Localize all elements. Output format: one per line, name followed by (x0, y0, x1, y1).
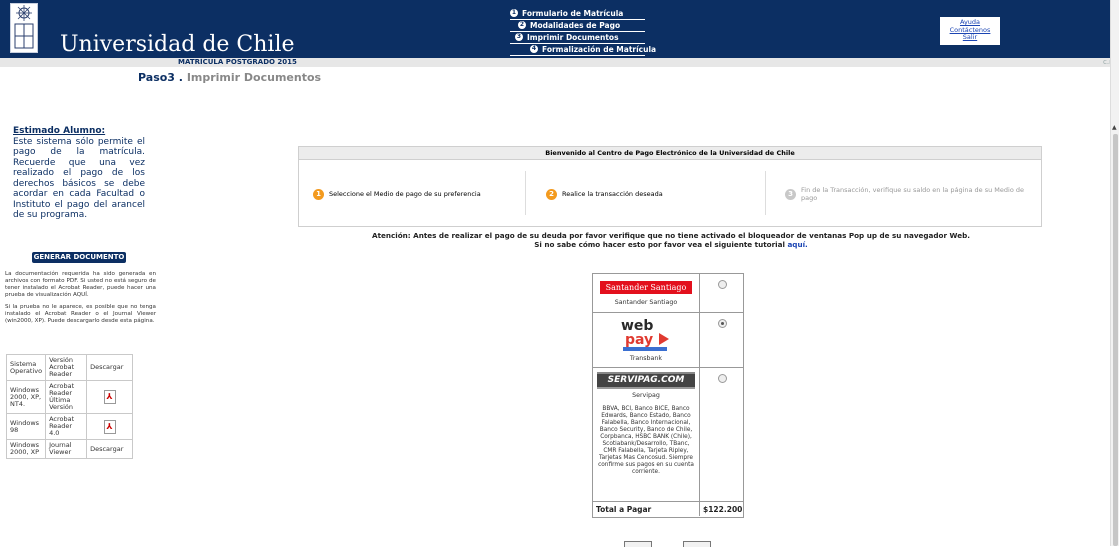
step-number-badge: 3 (785, 188, 796, 200)
pdf-icon[interactable]: ⅄ (103, 390, 116, 404)
step-text: Realice la transacción deseada (562, 190, 663, 198)
download-link[interactable]: Descargar (86, 439, 134, 459)
warning-line-2: Si no sabe cómo hacer esto por favor vea… (534, 239, 808, 249)
total-value-cell: $122.200 (700, 502, 743, 516)
popup-warning: Atención: Antes de realizar el pago de s… (300, 231, 1042, 249)
university-name: Universidad de Chile (60, 32, 295, 57)
header-step-1[interactable]: 1 Formulario de Matrícula (510, 9, 645, 20)
tutorial-link[interactable]: aquí. (787, 240, 807, 249)
table-cell: Journal Viewer (45, 439, 88, 459)
table-cell: Acrobat Reader 4.0 (45, 413, 88, 440)
step-text: Seleccione el Medio de pago de su prefer… (329, 190, 481, 198)
option-label: Transbank (629, 355, 663, 362)
table-header-row: Sistema Operativo Versión Acrobat Reader… (5, 354, 134, 381)
step-title: Imprimir Documentos (186, 71, 322, 84)
radio-cell (700, 274, 743, 313)
option-label: Santander Santiago (614, 299, 678, 306)
welcome-step-3: 3 Fin de la Transacción, verifique su sa… (785, 174, 1035, 214)
table-cell: Acrobat Reader Última Versión (45, 380, 88, 414)
header-step-2[interactable]: 2 Modalidades de Pago (510, 21, 645, 32)
step-number-badge: 2 (546, 188, 557, 200)
documentation-info: La documentación requerida ha sido gener… (5, 271, 156, 325)
table-cell: Windows 2000, XP (5, 439, 47, 459)
acrobat-download-table: Sistema Operativo Versión Acrobat Reader… (5, 354, 134, 459)
header-cell: Descargar (86, 354, 134, 381)
notice-text: Este sistema sólo permite el pago de la … (13, 136, 145, 221)
servipag-logo: SERVIPAG.COM (597, 372, 695, 389)
santander-option[interactable]: Santander Santiago Santander Santiago (593, 274, 700, 313)
santander-radio[interactable] (718, 280, 727, 289)
notice-title: Estimado Alumno: (13, 126, 106, 136)
welcome-step-2: 2 Realice la transacción deseada (546, 174, 756, 214)
help-links-box: Ayuda Contáctenos Salir (940, 17, 1000, 45)
enrollment-steps: 1 Formulario de Matrícula 2 Modalidades de… (510, 9, 656, 57)
table-row: Windows 2000, XP Journal Viewer Descarga… (5, 439, 134, 459)
option-label: Servipag (632, 392, 660, 399)
welcome-step-1: 1 Seleccione el Medio de pago de su pref… (313, 174, 523, 214)
header-step-4[interactable]: 4 Formalización de Matrícula (510, 45, 656, 56)
header-step-3[interactable]: 3 Imprimir Documentos (510, 33, 645, 44)
divider (525, 171, 526, 215)
pay-button[interactable] (683, 541, 711, 547)
radio-cell (700, 368, 743, 502)
svg-text:pay: pay (625, 332, 653, 348)
pdf-icon[interactable]: ⅄ (103, 419, 116, 434)
table-cell: Windows 2000, XP, NT4. (5, 380, 47, 414)
webpay-radio[interactable] (718, 319, 727, 328)
total-amount: $122.200 (703, 505, 743, 514)
servipag-banks-list: BBVA, BCI, Banco BICE, Banco Edwards, Ba… (598, 406, 694, 475)
payment-center-title: Bienvenido al Centro de Pago Electrónico… (299, 147, 1041, 160)
program-subtitle: MATRÍCULA POSTGRADO 2015 (178, 58, 297, 66)
servipag-option[interactable]: SERVIPAG.COM Servipag BBVA, BCI, Banco B… (593, 368, 700, 502)
back-button[interactable] (624, 541, 652, 547)
documentation-text-2: Si la prueba no le aparece, es posible q… (5, 304, 156, 324)
scroll-up-arrow-icon[interactable]: ▲ (1112, 125, 1117, 131)
header-cell: Versión Acrobat Reader (45, 354, 88, 381)
santander-logo: Santander Santiago (600, 281, 692, 294)
subtitle-bar (0, 58, 1110, 67)
table-row: Windows 2000, XP, NT4. Acrobat Reader Úl… (5, 380, 134, 414)
page-title: Paso3 . Imprimir Documentos (138, 71, 321, 84)
webpay-option[interactable]: web pay Transbank (593, 313, 700, 368)
total-label: Total a Pagar (596, 505, 652, 514)
header-cell: Sistema Operativo (5, 354, 47, 381)
download-cell: ⅄ (86, 380, 134, 414)
generate-document-button[interactable]: GENERAR DOCUMENTO (32, 252, 126, 263)
documentation-text-1: La documentación requerida ha sido gener… (5, 271, 156, 298)
total-label-cell: Total a Pagar (593, 502, 700, 516)
table-row: Windows 98 Acrobat Reader 4.0 ⅄ (5, 413, 134, 440)
payment-center-box: Bienvenido al Centro de Pago Electrónico… (298, 146, 1042, 227)
servipag-radio[interactable] (718, 374, 727, 383)
scrollbar-thumb[interactable] (1113, 134, 1118, 546)
student-notice: Estimado Alumno: Este sistema sólo permi… (13, 126, 145, 221)
download-cell: ⅄ (86, 413, 134, 440)
university-logo (10, 3, 38, 53)
header-bar: Universidad de Chile 1 Formulario de Matr… (0, 0, 1110, 58)
payment-options-table: Santander Santiago Santander Santiago we… (592, 273, 744, 518)
webpay-logo: web pay (621, 318, 669, 351)
table-cell: Windows 98 (5, 413, 47, 440)
exit-link[interactable]: Salir (940, 33, 1000, 42)
step-text: Fin de la Transacción, verifique su sald… (801, 186, 1025, 202)
step-number-badge: 1 (313, 188, 324, 200)
divider (765, 171, 766, 215)
radio-cell (700, 313, 743, 368)
step-label: Paso3 . (138, 71, 183, 84)
